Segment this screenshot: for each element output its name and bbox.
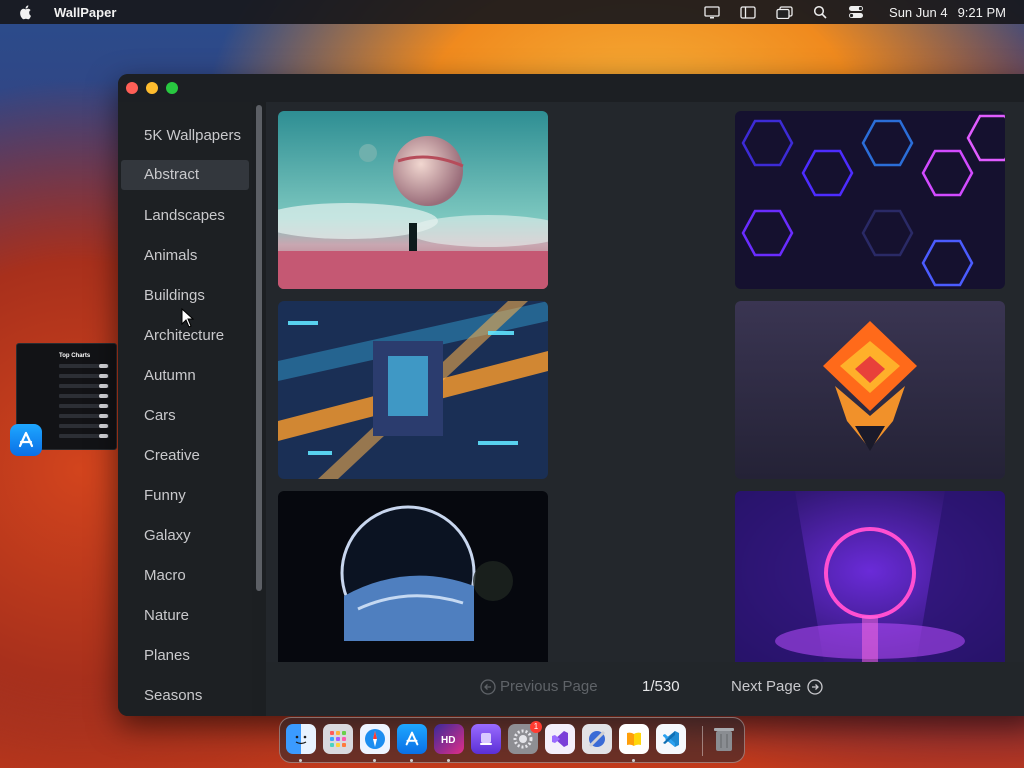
mini-pill — [99, 434, 108, 438]
notification-badge: 1 — [530, 721, 542, 733]
mini-pill — [99, 424, 108, 428]
visual-studio-icon[interactable] — [545, 724, 575, 754]
system-settings-icon[interactable]: 1 — [508, 721, 542, 754]
app-name[interactable]: WallPaper — [54, 5, 116, 20]
mini-pill — [99, 364, 108, 368]
category-funny[interactable]: Funny — [121, 481, 249, 511]
category-cars[interactable]: Cars — [121, 401, 249, 431]
sidebar-scrollbar[interactable] — [252, 102, 266, 716]
wallpaper-thumbnail-planet[interactable] — [278, 111, 548, 289]
hd-app-icon[interactable]: HD — [434, 724, 464, 754]
sidebar-scroll-thumb[interactable] — [256, 105, 262, 591]
sidebar-icon[interactable] — [739, 5, 757, 19]
trash-icon[interactable] — [709, 724, 739, 754]
title-bar[interactable] — [118, 74, 1024, 102]
previous-page-label: Previous Page — [500, 678, 598, 695]
category-abstract[interactable]: Abstract — [121, 160, 249, 190]
mini-pill — [99, 384, 108, 388]
mini-pill — [99, 404, 108, 408]
mini-pill — [99, 414, 108, 418]
running-indicator — [299, 759, 302, 762]
xcode-instruments-icon[interactable] — [582, 724, 612, 754]
category-landscapes[interactable]: Landscapes — [121, 201, 249, 231]
search-icon[interactable] — [811, 5, 829, 19]
category-galaxy[interactable]: Galaxy — [121, 521, 249, 551]
books-icon[interactable] — [619, 724, 649, 754]
next-page-label: Next Page — [731, 678, 802, 695]
launchpad-icon[interactable] — [323, 724, 353, 754]
close-button[interactable] — [126, 82, 138, 94]
menu-date: Sun Jun 4 — [889, 4, 948, 20]
running-indicator — [410, 759, 413, 762]
arrow-right-circle-icon — [807, 678, 823, 695]
category-nature[interactable]: Nature — [121, 601, 249, 631]
mini-pill — [99, 394, 108, 398]
running-indicator — [632, 759, 635, 762]
safari-icon[interactable] — [360, 724, 390, 754]
wallpaper-thumbnail-neon-city[interactable] — [278, 301, 548, 479]
category-autumn[interactable]: Autumn — [121, 361, 249, 391]
apple-icon[interactable] — [18, 4, 34, 20]
wallpaper-thumbnail-earth-portal[interactable] — [278, 491, 548, 669]
mouse-cursor-icon — [181, 308, 195, 328]
category-macro[interactable]: Macro — [121, 561, 249, 591]
mini-window-title: Top Charts — [59, 353, 91, 359]
category-animals[interactable]: Animals — [121, 241, 249, 271]
category-planes[interactable]: Planes — [121, 641, 249, 671]
category-creative[interactable]: Creative — [121, 441, 249, 471]
arrow-left-circle-icon — [480, 678, 496, 695]
menu-bar: WallPaper Sun Jun 4 9:21 PM — [0, 0, 1024, 24]
minimize-button[interactable] — [146, 82, 158, 94]
wallpaper-thumbnail-flame-diamond[interactable] — [735, 301, 1005, 479]
menu-clock[interactable]: Sun Jun 4 9:21 PM — [889, 5, 1006, 20]
wallpaper-thumbnail-hexagons[interactable] — [735, 111, 1005, 289]
category-sidebar: 5K Wallpapers Abstract Landscapes Animal… — [118, 102, 252, 716]
pagination-bar: Previous Page 1/530 Next Page — [266, 662, 1024, 716]
app-store-icon[interactable] — [397, 724, 427, 754]
dock-separator — [702, 726, 703, 756]
svg-text:HD: HD — [441, 735, 455, 746]
control-center-icon[interactable] — [847, 5, 865, 19]
next-page-button[interactable]: Next Page — [731, 678, 823, 695]
app-store-icon[interactable] — [10, 424, 42, 456]
purple-app-icon[interactable] — [471, 724, 501, 754]
category-seasons[interactable]: Seasons — [121, 681, 249, 711]
vscode-icon[interactable] — [656, 724, 686, 754]
running-indicator — [373, 759, 376, 762]
window-icon[interactable] — [775, 5, 793, 19]
wallpaper-window: 5K Wallpapers Abstract Landscapes Animal… — [118, 74, 1024, 716]
running-indicator — [447, 759, 450, 762]
wallpaper-grid — [266, 102, 1024, 669]
category-buildings[interactable]: Buildings — [121, 281, 249, 311]
display-icon[interactable] — [703, 5, 721, 19]
menu-time: 9:21 PM — [957, 4, 1006, 20]
wallpaper-thumbnail-neon-ring[interactable] — [735, 491, 1005, 669]
category-5k-wallpapers[interactable]: 5K Wallpapers — [121, 121, 249, 151]
mini-pill — [99, 374, 108, 378]
page-indicator: 1/530 — [642, 678, 680, 695]
zoom-button[interactable] — [166, 82, 178, 94]
previous-page-button[interactable]: Previous Page — [480, 678, 598, 695]
dock: HD 1 — [279, 717, 745, 763]
finder-icon[interactable] — [286, 724, 316, 754]
